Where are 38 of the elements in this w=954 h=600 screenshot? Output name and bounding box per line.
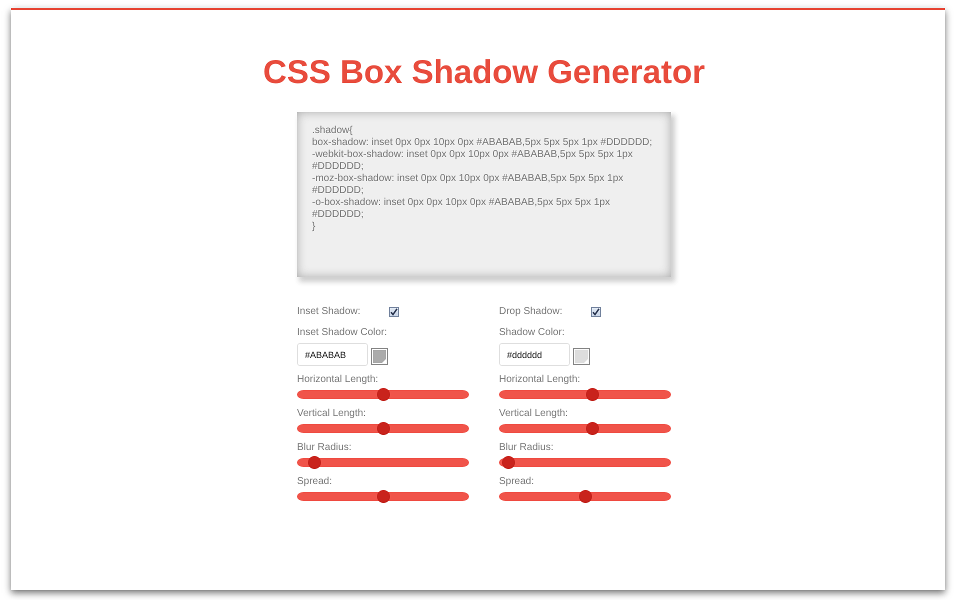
slider-thumb[interactable] <box>502 456 516 469</box>
slider-thumb[interactable] <box>376 388 390 401</box>
slider-label: Vertical Length: <box>297 408 366 420</box>
toggle-label: Drop Shadow: <box>499 306 564 318</box>
slider-track[interactable] <box>297 388 469 401</box>
color-swatch-icon[interactable] <box>573 348 590 365</box>
slider-track[interactable] <box>499 456 671 469</box>
slider-thumb[interactable] <box>308 456 322 469</box>
slider-thumb[interactable] <box>376 422 390 435</box>
slider-label: Vertical Length: <box>499 408 568 420</box>
color-input[interactable]: #ABABAB <box>297 343 368 366</box>
checkmark-icon <box>390 308 398 316</box>
slider-track[interactable] <box>297 422 469 435</box>
checkbox[interactable] <box>389 306 399 316</box>
slider-track[interactable] <box>499 422 671 435</box>
slider-label: Horizontal Length: <box>499 374 580 386</box>
color-input[interactable]: #dddddd <box>499 343 570 366</box>
color-swatch-icon[interactable] <box>371 348 388 365</box>
slider-track[interactable] <box>499 388 671 401</box>
slider-label: Horizontal Length: <box>297 374 378 386</box>
css-code: .shadow{ box-shadow: inset 0px 0px 10px 0px #ABABAB,5px 5px 5px 1px #DDDDDD; -webkit-box-shadow: inset 0px 0px 10px 0px #ABABAB,5px 5px 5px 1px #DDDDDD; -moz-box-shadow: inset 0px 0px 10px 0px #ABABAB,5px 5px 5px 1px #DDDDDD; -o-box-shadow: inset 0px 0px 10px 0px #ABABAB,5px 5px 5px 1px #DDDDDD; } <box>312 125 652 233</box>
color-label: Inset Shadow Color: <box>297 327 388 339</box>
slider-thumb[interactable] <box>586 422 600 435</box>
slider-thumb[interactable] <box>586 388 600 401</box>
slider-label: Blur Radius: <box>499 442 554 454</box>
slider-track[interactable] <box>297 490 469 503</box>
toggle-label: Inset Shadow: <box>297 306 362 318</box>
slider-track[interactable] <box>499 490 671 503</box>
slider-label: Blur Radius: <box>297 442 352 454</box>
slider-label: Spread: <box>499 476 534 488</box>
slider-thumb[interactable] <box>376 490 390 503</box>
page-title: CSS Box Shadow Generator <box>263 52 705 92</box>
slider-track[interactable] <box>297 456 469 469</box>
checkbox[interactable] <box>591 306 601 316</box>
slider-thumb[interactable] <box>578 490 592 503</box>
color-label: Shadow Color: <box>499 327 565 339</box>
slider-label: Spread: <box>297 476 332 488</box>
checkmark-icon <box>592 308 600 316</box>
